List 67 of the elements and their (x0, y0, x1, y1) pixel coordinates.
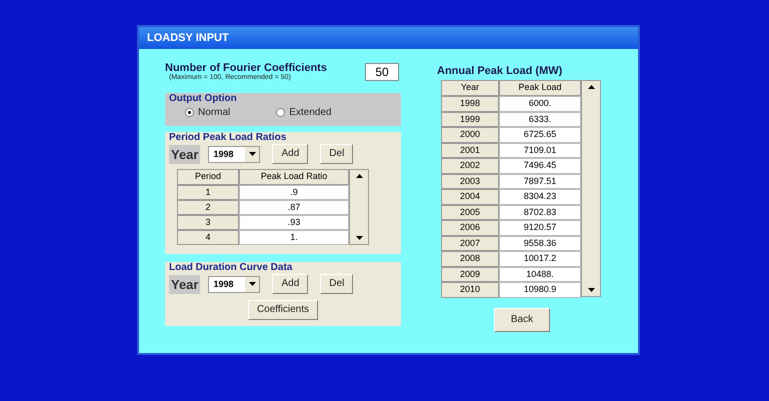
scroll-down-icon (356, 236, 362, 240)
caret-icon (248, 282, 256, 286)
table-cell: 10488. (499, 266, 581, 282)
table-cell: 9558.36 (499, 236, 581, 251)
coefficients-button[interactable]: Coefficients (248, 300, 318, 320)
year-dropdown[interactable]: 1998 (208, 146, 260, 163)
row-header: 1999 (441, 112, 499, 127)
table-cell: 8702.83 (499, 204, 581, 220)
fourier-label: Number of Fourier Coefficients (165, 63, 327, 74)
row-header: 4 (177, 230, 239, 246)
scrollbar[interactable] (581, 80, 601, 297)
row-header: 2010 (441, 282, 499, 298)
table-cell: 6725.65 (499, 127, 581, 142)
add-button[interactable]: Add (272, 274, 308, 294)
caret-icon (248, 152, 256, 156)
row-header: 2001 (441, 142, 499, 158)
row-header: 2006 (441, 220, 499, 236)
radio-label: Extended (289, 106, 332, 120)
group-title: Output Option (169, 92, 238, 106)
column-header: Peak Load Ratio (239, 169, 349, 186)
row-header: 3 (177, 215, 239, 230)
table-cell: 6000. (499, 96, 581, 112)
column-header: Peak Load (499, 80, 581, 96)
year-label: Year (169, 144, 200, 164)
year-dropdown[interactable]: 1998 (208, 276, 260, 293)
radio-button[interactable] (276, 108, 286, 118)
scroll-down-icon (588, 288, 594, 292)
year-label: Year (169, 274, 200, 294)
table-cell: .93 (239, 215, 349, 230)
table-cell: 9120.57 (499, 220, 581, 236)
table-cell: 7897.51 (499, 174, 581, 189)
table-cell: 6333. (499, 112, 581, 127)
table-cell: .9 (239, 185, 349, 200)
group-title: Period Peak Load Ratios (169, 132, 288, 144)
column-header: Year (441, 80, 499, 96)
row-header: 1 (177, 185, 239, 200)
radio-label: Normal (198, 106, 230, 120)
row-header: 2008 (441, 251, 499, 266)
row-header: 2002 (441, 158, 499, 174)
column-header: Period (177, 169, 239, 186)
group-title: Load Duration Curve Data (169, 262, 294, 274)
table-cell: 7496.45 (499, 158, 581, 174)
scrollbar[interactable] (349, 169, 369, 246)
scroll-up-icon (356, 174, 362, 178)
back-button[interactable]: Back (494, 308, 550, 332)
add-button[interactable]: Add (272, 144, 308, 164)
row-header: 2007 (441, 236, 499, 251)
row-header: 2009 (441, 266, 499, 282)
row-header: 2000 (441, 127, 499, 142)
table-cell: 10017.2 (499, 251, 581, 266)
fourier-input[interactable]: 50 (365, 63, 399, 81)
annual-title: Annual Peak Load (MW) (437, 66, 564, 77)
scroll-up-icon (588, 85, 594, 89)
radio-button[interactable] (185, 108, 194, 118)
table-cell: 7109.01 (499, 142, 581, 158)
delete-button[interactable]: Del (320, 274, 354, 294)
table-cell: 1. (239, 230, 349, 246)
table-cell: 10980.9 (499, 282, 581, 298)
table-cell: .87 (239, 200, 349, 216)
delete-button[interactable]: Del (320, 144, 354, 164)
row-header: 2005 (441, 204, 499, 220)
window-title: LOADSY INPUT (147, 30, 229, 46)
table-cell: 8304.23 (499, 189, 581, 204)
row-header: 2003 (441, 174, 499, 189)
row-header: 2 (177, 200, 239, 216)
row-header: 1998 (441, 96, 499, 112)
row-header: 2004 (441, 189, 499, 204)
